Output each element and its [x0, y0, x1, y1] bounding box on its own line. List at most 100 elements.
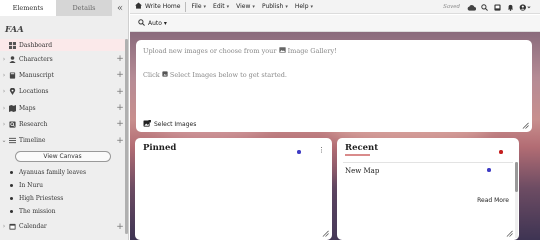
person-icon — [8, 55, 16, 63]
sidebar-item-timeline[interactable]: ⌄ Timeline + — [0, 132, 125, 148]
status-dot-icon — [297, 150, 301, 154]
chevron-right-icon[interactable]: › — [0, 223, 8, 230]
sidebar-item-label: Research — [19, 120, 48, 128]
menu-view[interactable]: View ▾ — [236, 3, 255, 10]
sidebar-item-label: Maps — [19, 104, 36, 112]
recent-panel: Recent New Map Read More — [337, 138, 519, 240]
add-manuscript-button[interactable]: + — [115, 70, 125, 80]
sidebar-scrollbar[interactable] — [125, 39, 128, 234]
research-icon — [8, 120, 16, 128]
timeline-entry[interactable]: Ayanuas family leaves — [0, 166, 125, 179]
bell-icon[interactable] — [505, 2, 515, 12]
bullet-icon — [10, 170, 13, 174]
sidebar-item-research[interactable]: › Research + — [0, 116, 125, 132]
magnifier-icon — [138, 18, 145, 28]
write-home-link[interactable]: Write Home — [130, 2, 180, 11]
chevron-right-icon[interactable]: › — [0, 72, 8, 79]
more-options-icon[interactable]: ⋮ — [318, 146, 325, 154]
tab-details[interactable]: Details — [56, 0, 112, 16]
select-images-button[interactable]: Select Images — [143, 120, 196, 129]
search-icon[interactable] — [479, 2, 489, 12]
timeline-entry-label: The mission — [19, 208, 56, 216]
select-images-inline-link[interactable]: Select Images — [170, 71, 217, 79]
home-icon — [135, 2, 142, 11]
divider — [343, 162, 513, 163]
sidebar-item-label: Calendar — [19, 223, 47, 231]
zoom-select[interactable]: Auto ▾ — [148, 20, 167, 27]
recent-item[interactable]: New Map — [345, 167, 379, 175]
add-character-button[interactable]: + — [115, 54, 125, 64]
brand-logo: FAA — [5, 25, 24, 35]
chevron-down-icon: ▾ — [203, 3, 207, 10]
image-gallery-link[interactable]: Image Gallery! — [288, 47, 337, 55]
sidebar-item-label: Locations — [19, 88, 49, 96]
menu-edit[interactable]: Edit ▾ — [213, 3, 229, 10]
add-research-button[interactable]: + — [115, 119, 125, 129]
location-pin-icon — [8, 88, 16, 96]
add-calendar-button[interactable]: + — [115, 222, 125, 232]
chevron-down-icon: ▾ — [163, 19, 167, 27]
recent-scroll-thumb[interactable] — [515, 162, 518, 192]
status-dot-icon — [499, 150, 503, 154]
upload-instructions: Upload new images or choose from your Im… — [143, 47, 337, 55]
timeline-entry[interactable]: High Priestess — [0, 192, 125, 205]
chevron-down-icon: ▾ — [310, 3, 314, 10]
pinned-title: Pinned — [143, 143, 177, 153]
sidebar-nav: Dashboard › Characters + › Manuscript + … — [0, 39, 125, 235]
add-image-icon — [143, 120, 151, 129]
book-icon — [8, 71, 16, 79]
status-dot-icon — [487, 168, 491, 172]
resize-handle-icon[interactable] — [322, 230, 329, 237]
timeline-entry[interactable]: In Nuru — [0, 179, 125, 192]
sidebar-item-manuscript[interactable]: › Manuscript + — [0, 67, 125, 83]
menu-help[interactable]: Help ▾ — [295, 3, 313, 10]
chevron-right-icon[interactable]: › — [0, 121, 8, 128]
timeline-icon — [8, 137, 16, 145]
dashboard-canvas: Upload new images or choose from your Im… — [130, 32, 540, 240]
sidebar-item-label: Characters — [19, 55, 53, 63]
image-upload-panel: Upload new images or choose from your Im… — [136, 40, 532, 132]
sidebar-tabs: Elements Details « — [0, 0, 128, 16]
sidebar-item-calendar[interactable]: › Calendar + — [0, 219, 125, 235]
timeline-entry[interactable]: The mission — [0, 205, 125, 218]
bullet-icon — [10, 184, 13, 188]
pinned-panel: Pinned ⋮ — [135, 138, 332, 240]
chevron-down-icon: ▾ — [226, 3, 230, 10]
resize-handle-icon[interactable] — [506, 230, 513, 237]
sidebar-item-maps[interactable]: › Maps + — [0, 100, 125, 116]
view-canvas-button[interactable]: View Canvas — [14, 150, 111, 162]
chevron-down-icon: ▾ — [252, 3, 255, 10]
sidebar-item-locations[interactable]: › Locations + — [0, 84, 125, 100]
menu-file[interactable]: File ▾ — [191, 3, 206, 10]
chevron-right-icon[interactable]: › — [0, 88, 8, 95]
top-menu-bar: Write Home File ▾ Edit ▾ View ▾ Publish ▾ He… — [130, 0, 540, 14]
sidebar: Elements Details « FAA Dashboard › Chara… — [0, 0, 129, 240]
add-map-button[interactable]: + — [115, 103, 125, 113]
chevron-right-icon[interactable]: › — [0, 56, 8, 63]
read-more-link[interactable]: Read More — [477, 197, 509, 204]
sidebar-scroll-thumb[interactable] — [125, 39, 128, 234]
tab-elements[interactable]: Elements — [0, 0, 56, 16]
sidebar-item-label: Manuscript — [19, 71, 54, 79]
select-images-inline-icon — [162, 71, 170, 79]
add-timeline-button[interactable]: + — [115, 136, 125, 146]
chevron-down-icon[interactable]: ⌄ — [0, 137, 8, 144]
bullet-icon — [10, 197, 13, 201]
bullet-icon — [10, 210, 13, 214]
calendar-icon — [8, 223, 16, 231]
timeline-entry-label: Ayanuas family leaves — [19, 168, 87, 176]
tablet-icon[interactable] — [492, 2, 502, 12]
recent-scrollbar[interactable] — [515, 162, 518, 238]
chevron-right-icon[interactable]: › — [0, 105, 8, 112]
sidebar-item-characters[interactable]: › Characters + — [0, 51, 125, 67]
cloud-icon[interactable] — [466, 2, 476, 12]
sidebar-item-dashboard[interactable]: Dashboard — [0, 39, 125, 51]
collapse-sidebar-button[interactable]: « — [112, 0, 128, 16]
zoom-bar: Auto ▾ — [130, 15, 540, 32]
resize-handle-icon[interactable] — [522, 122, 529, 129]
timeline-entry-label: In Nuru — [19, 182, 43, 190]
add-location-button[interactable]: + — [115, 87, 125, 97]
menu-publish[interactable]: Publish ▾ — [262, 3, 288, 10]
user-account-icon[interactable] — [518, 2, 532, 12]
chevron-down-icon: ▾ — [285, 3, 288, 10]
